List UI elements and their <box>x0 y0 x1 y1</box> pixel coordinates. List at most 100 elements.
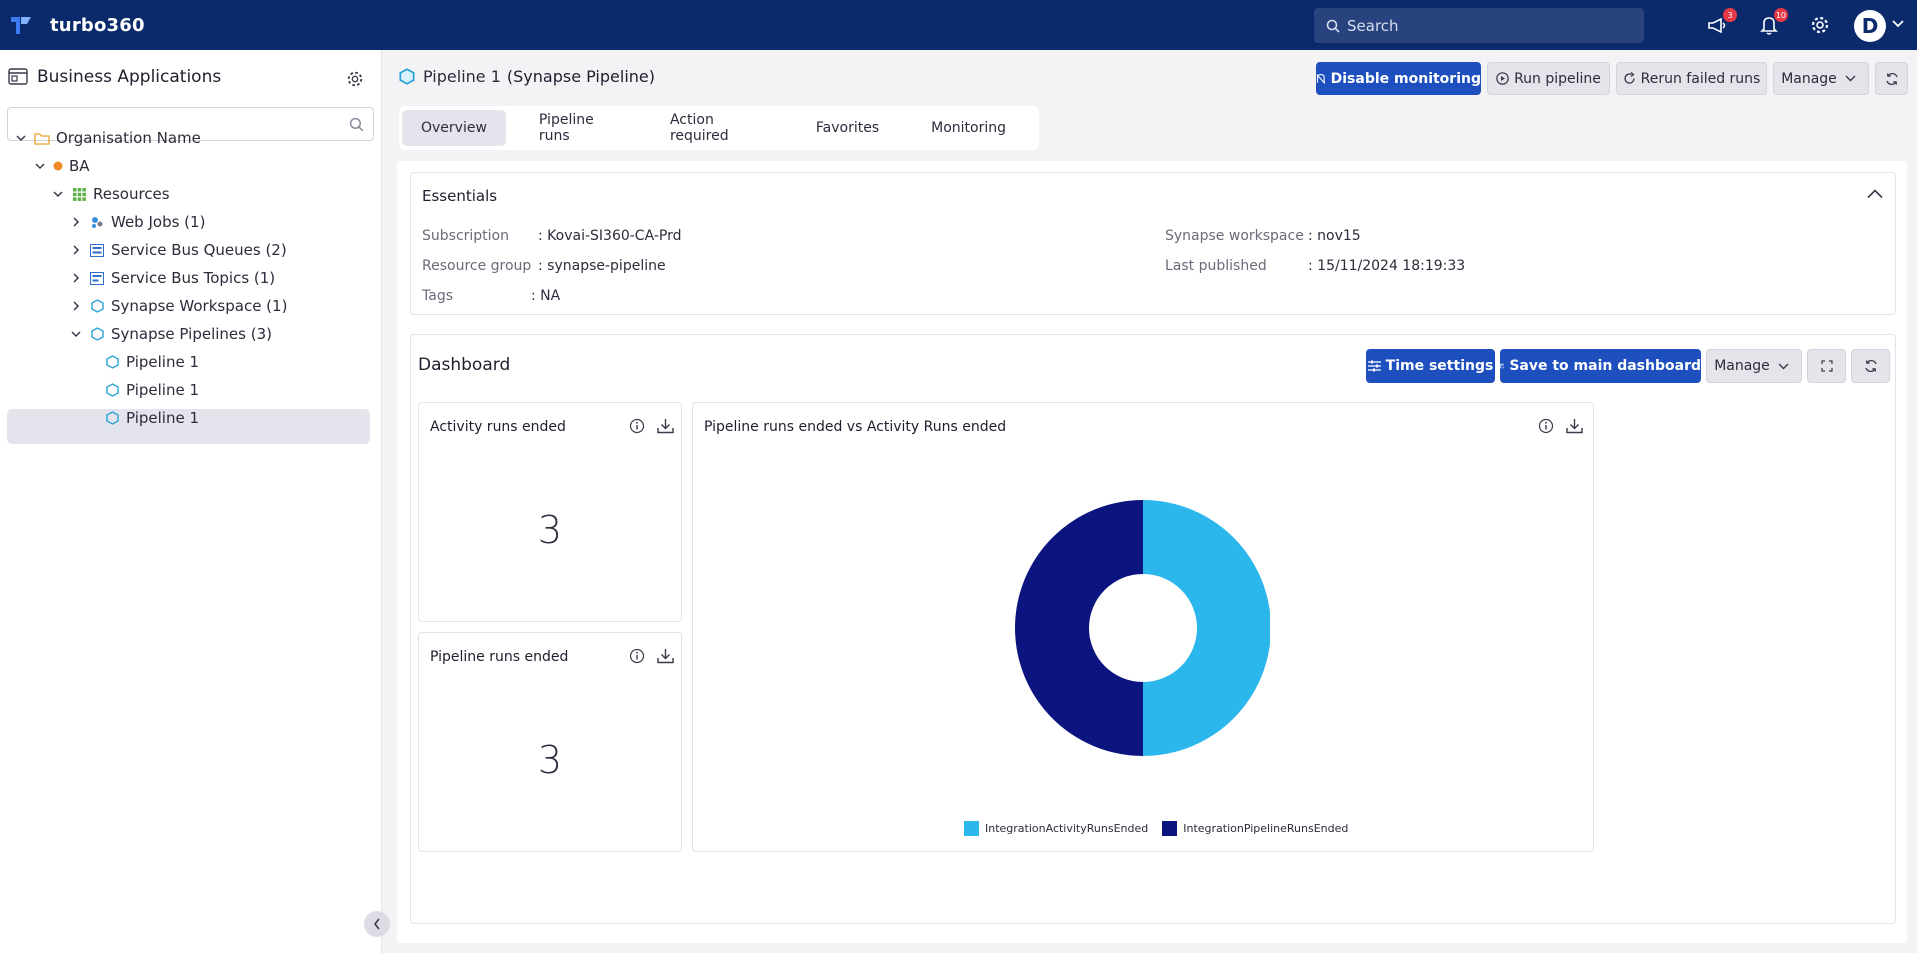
announcements-count-badge: 3 <box>1723 8 1737 22</box>
chevron-down-icon[interactable] <box>14 134 28 142</box>
chevron-right-icon[interactable] <box>69 217 83 227</box>
business-app-icon <box>8 68 28 85</box>
legend-label-pipeline: IntegrationPipelineRunsEnded <box>1183 822 1349 835</box>
chevron-right-icon[interactable] <box>69 273 83 283</box>
activity-runs-value: 3 <box>537 508 563 552</box>
grid-icon <box>71 186 87 202</box>
folder-icon <box>34 130 50 146</box>
sidebar: Business Applications Organisation Name … <box>0 50 382 953</box>
info-icon[interactable] <box>629 418 645 434</box>
webjobs-icon <box>89 214 105 230</box>
tree-item-label: Organisation Name <box>56 129 201 147</box>
tab-favorites[interactable]: Favorites <box>797 110 898 146</box>
gear-icon <box>1811 16 1829 34</box>
last-published-label: Last published <box>1165 258 1267 274</box>
info-icon[interactable] <box>1538 418 1554 434</box>
donut-slice-IntegrationActivityRunsEnded[interactable] <box>1143 500 1270 756</box>
tree-item-label: Pipeline 1 <box>126 353 200 371</box>
chevron-right-icon[interactable] <box>69 301 83 311</box>
run-pipeline-button[interactable]: Run pipeline <box>1487 62 1610 95</box>
resource-type: (Synapse Pipeline) <box>506 67 655 86</box>
refresh-icon <box>1624 72 1635 84</box>
synapse-workspace-value: : nov15 <box>1308 228 1361 244</box>
dashboard-manage-button[interactable]: Manage <box>1706 349 1802 383</box>
time-settings-label: Time settings <box>1385 358 1494 374</box>
chevron-down-icon[interactable] <box>69 330 83 338</box>
synapse-icon <box>89 326 105 342</box>
subscription-label: Subscription <box>422 228 509 244</box>
tab-pipeline-runs[interactable]: Pipeline runs <box>520 110 637 146</box>
legend-swatch-pipeline <box>1162 821 1178 836</box>
settings-button[interactable] <box>1808 13 1832 37</box>
disable-monitoring-button[interactable]: Disable monitoring <box>1316 62 1481 95</box>
save-to-main-dashboard-button[interactable]: Save to main dashboard <box>1500 349 1701 383</box>
save-icon <box>1500 363 1505 369</box>
refresh-button[interactable] <box>1875 62 1908 95</box>
card-title: Pipeline runs ended <box>430 649 569 665</box>
synapse-icon <box>104 382 120 398</box>
page-title: Pipeline 1 (Synapse Pipeline) <box>399 67 655 86</box>
fullscreen-button[interactable] <box>1807 349 1846 383</box>
download-icon[interactable] <box>657 418 674 434</box>
chevron-down-icon[interactable] <box>1891 19 1905 29</box>
time-settings-button[interactable]: Time settings <box>1366 349 1495 383</box>
info-icon[interactable] <box>629 648 645 664</box>
chevron-down-icon[interactable] <box>33 162 47 170</box>
pipeline-runs-value: 3 <box>537 738 563 782</box>
tree-item-label: Service Bus Queues (2) <box>111 241 287 259</box>
tree-item-label: Web Jobs (1) <box>111 213 206 231</box>
tree-item-label: Service Bus Topics (1) <box>111 269 276 287</box>
activity-runs-card: Activity runs ended 3 <box>418 402 682 622</box>
status-dot-icon <box>53 158 63 174</box>
synapse-icon <box>399 68 415 85</box>
topic-icon <box>89 270 105 286</box>
legend-swatch-activity <box>964 821 979 836</box>
manage-label: Manage <box>1781 70 1837 87</box>
notifications-button[interactable]: 10 <box>1757 8 1788 37</box>
tree-item-pipeline-1[interactable]: Pipeline 1 <box>104 401 199 435</box>
download-icon[interactable] <box>1566 418 1583 434</box>
notifications-count-badge: 10 <box>1773 8 1788 22</box>
refresh-icon <box>1885 72 1898 85</box>
expand-icon <box>1820 360 1833 372</box>
resource-name: Pipeline 1 <box>423 67 501 86</box>
chevron-down-icon[interactable] <box>51 190 65 198</box>
chevron-up-icon[interactable] <box>1867 189 1883 199</box>
donut-slice-IntegrationPipelineRunsEnded[interactable] <box>1015 500 1143 756</box>
tab-action-required[interactable]: Action required <box>651 110 783 146</box>
sidebar-header: Business Applications <box>8 67 221 87</box>
brand-logo[interactable]: turbo360 <box>10 14 145 36</box>
dashboard-manage-label: Manage <box>1714 358 1770 374</box>
chevron-right-icon[interactable] <box>69 245 83 255</box>
synapse-icon <box>104 410 120 426</box>
tags-label: Tags <box>422 288 453 304</box>
user-avatar[interactable]: D <box>1854 10 1886 42</box>
resource-group-label: Resource group <box>422 258 532 274</box>
tree-item-label: Pipeline 1 <box>126 381 200 399</box>
resource-group-value: : synapse-pipeline <box>538 258 666 274</box>
tab-monitoring[interactable]: Monitoring <box>912 110 1025 146</box>
refresh-icon <box>1864 359 1877 373</box>
global-search-input[interactable]: Search <box>1314 8 1644 43</box>
save-to-main-dashboard-label: Save to main dashboard <box>1509 358 1701 374</box>
collapse-sidebar-button[interactable] <box>364 911 390 937</box>
gear-icon[interactable] <box>346 70 364 88</box>
essentials-title: Essentials <box>422 187 498 205</box>
manage-dropdown-button[interactable]: Manage <box>1773 62 1869 95</box>
disable-monitoring-label: Disable monitoring <box>1330 70 1481 87</box>
play-icon <box>1496 72 1509 85</box>
download-icon[interactable] <box>657 648 674 664</box>
tree-item-label: Resources <box>93 185 170 203</box>
turbo360-logo-icon <box>11 17 31 34</box>
rerun-failed-runs-button[interactable]: Rerun failed runs <box>1616 62 1767 95</box>
synapse-workspace-label: Synapse workspace <box>1165 228 1304 244</box>
announcements-button[interactable]: 3 <box>1706 8 1737 37</box>
donut-chart <box>1015 500 1270 756</box>
subscription-value: : Kovai-SI360-CA-Prd <box>538 228 682 244</box>
essentials-panel: Essentials Subscription : Kovai-SI360-CA… <box>410 172 1896 315</box>
search-placeholder: Search <box>1347 16 1399 35</box>
dashboard-refresh-button[interactable] <box>1851 349 1890 383</box>
monitor-off-icon <box>1316 73 1326 84</box>
brand-name: turbo360 <box>50 14 145 36</box>
tab-overview[interactable]: Overview <box>402 110 506 146</box>
